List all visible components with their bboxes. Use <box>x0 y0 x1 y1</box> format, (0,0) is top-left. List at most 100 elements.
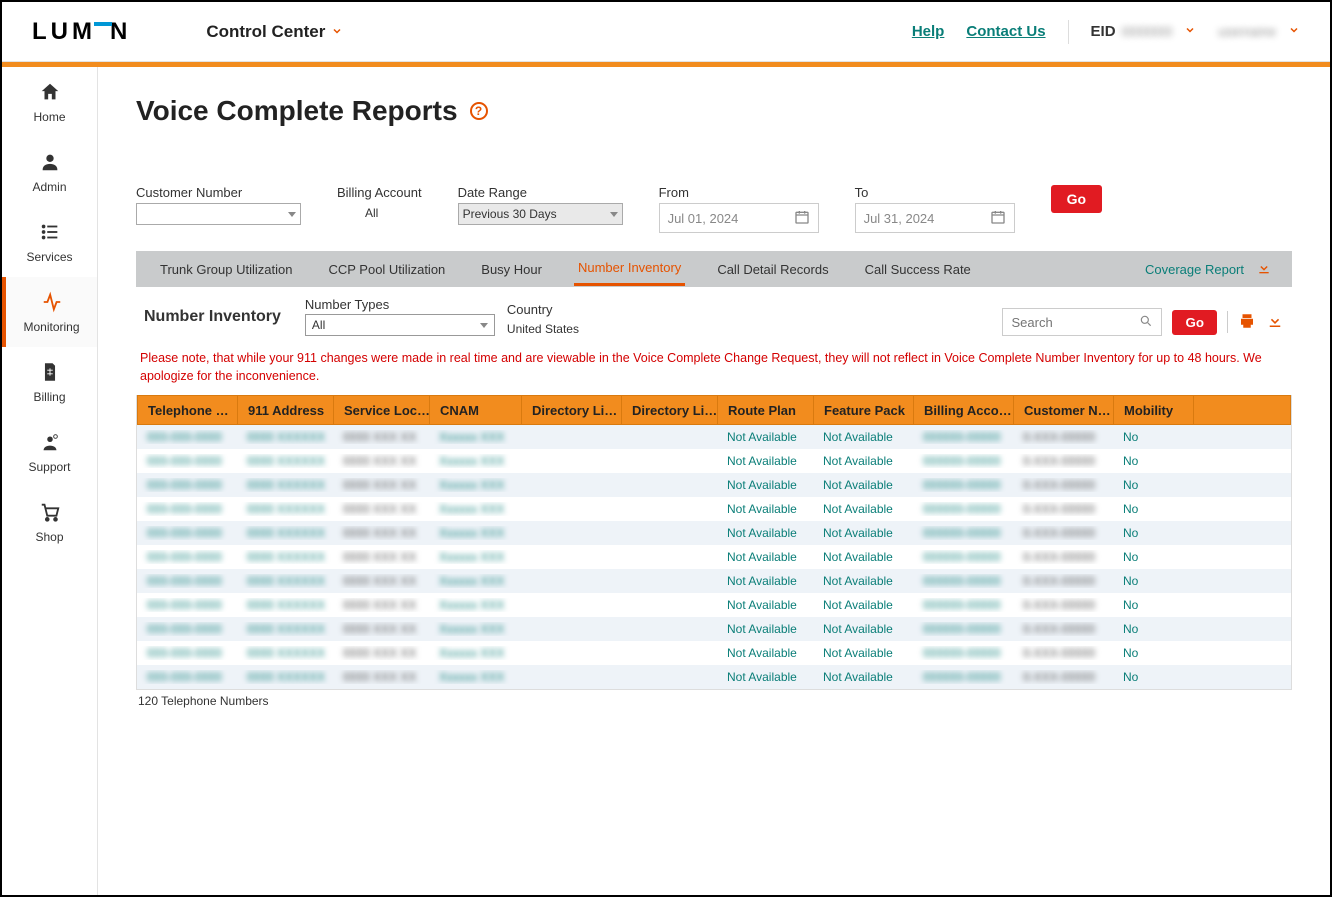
col-directory-2[interactable]: Directory Li… <box>622 396 718 424</box>
cell-911-address[interactable]: 0000 XXXXXX <box>237 478 333 492</box>
table-row[interactable]: 000-000-00000000 XXXXXX0000 XXX XXXxxxxx… <box>137 545 1291 569</box>
cell-billing-account[interactable]: 000000-00000 <box>913 478 1013 492</box>
cell-911-address[interactable]: 0000 XXXXXX <box>237 526 333 540</box>
cell-911-address[interactable]: 0000 XXXXXX <box>237 574 333 588</box>
print-icon[interactable] <box>1238 312 1256 333</box>
cell-cnam[interactable]: Xxxxxx XXX <box>429 646 521 660</box>
cell-911-address[interactable]: 0000 XXXXXX <box>237 454 333 468</box>
cell-911-address[interactable]: 0000 XXXXXX <box>237 598 333 612</box>
tab-busy-hour[interactable]: Busy Hour <box>477 254 546 285</box>
cell-telephone[interactable]: 000-000-0000 <box>137 598 237 612</box>
cell-feature-pack[interactable]: Not Available <box>813 478 913 492</box>
cell-route-plan[interactable]: Not Available <box>717 502 813 516</box>
sidebar-item-shop[interactable]: Shop <box>2 487 97 557</box>
customer-number-select[interactable] <box>136 203 301 225</box>
cell-route-plan[interactable]: Not Available <box>717 550 813 564</box>
cell-feature-pack[interactable]: Not Available <box>813 454 913 468</box>
table-row[interactable]: 000-000-00000000 XXXXXX0000 XXX XXXxxxxx… <box>137 425 1291 449</box>
cell-billing-account[interactable]: 000000-00000 <box>913 646 1013 660</box>
cell-feature-pack[interactable]: Not Available <box>813 550 913 564</box>
cell-telephone[interactable]: 000-000-0000 <box>137 550 237 564</box>
col-911-address[interactable]: 911 Address <box>238 396 334 424</box>
col-billing-account[interactable]: Billing Acco… <box>914 396 1014 424</box>
go-button[interactable]: Go <box>1051 185 1102 213</box>
cell-route-plan[interactable]: Not Available <box>717 478 813 492</box>
sidebar-item-billing[interactable]: Billing <box>2 347 97 417</box>
cell-911-address[interactable]: 0000 XXXXXX <box>237 670 333 684</box>
cell-billing-account[interactable]: 000000-00000 <box>913 526 1013 540</box>
number-types-select[interactable]: All <box>305 314 495 336</box>
cell-cnam[interactable]: Xxxxxx XXX <box>429 526 521 540</box>
cell-feature-pack[interactable]: Not Available <box>813 430 913 444</box>
tab-call-detail[interactable]: Call Detail Records <box>713 254 832 285</box>
table-row[interactable]: 000-000-00000000 XXXXXX0000 XXX XXXxxxxx… <box>137 449 1291 473</box>
col-route-plan[interactable]: Route Plan <box>718 396 814 424</box>
col-directory-1[interactable]: Directory Li… <box>522 396 622 424</box>
cell-cnam[interactable]: Xxxxxx XXX <box>429 622 521 636</box>
table-row[interactable]: 000-000-00000000 XXXXXX0000 XXX XXXxxxxx… <box>137 593 1291 617</box>
to-date-input[interactable]: Jul 31, 2024 <box>855 203 1015 233</box>
tab-number-inventory[interactable]: Number Inventory <box>574 252 685 286</box>
help-icon[interactable]: ? <box>470 102 488 120</box>
col-mobility[interactable]: Mobility <box>1114 396 1194 424</box>
cell-telephone[interactable]: 000-000-0000 <box>137 574 237 588</box>
table-row[interactable]: 000-000-00000000 XXXXXX0000 XXX XXXxxxxx… <box>137 521 1291 545</box>
cell-911-address[interactable]: 0000 XXXXXX <box>237 430 333 444</box>
cell-cnam[interactable]: Xxxxxx XXX <box>429 670 521 684</box>
col-feature-pack[interactable]: Feature Pack <box>814 396 914 424</box>
cell-telephone[interactable]: 000-000-0000 <box>137 622 237 636</box>
cell-billing-account[interactable]: 000000-00000 <box>913 550 1013 564</box>
cell-billing-account[interactable]: 000000-00000 <box>913 622 1013 636</box>
cell-911-address[interactable]: 0000 XXXXXX <box>237 550 333 564</box>
cell-feature-pack[interactable]: Not Available <box>813 502 913 516</box>
contact-us-link[interactable]: Contact Us <box>966 23 1045 40</box>
table-body[interactable]: 000-000-00000000 XXXXXX0000 XXX XXXxxxxx… <box>137 425 1291 689</box>
cell-cnam[interactable]: Xxxxxx XXX <box>429 550 521 564</box>
cell-billing-account[interactable]: 000000-00000 <box>913 670 1013 684</box>
cell-cnam[interactable]: Xxxxxx XXX <box>429 502 521 516</box>
cell-cnam[interactable]: Xxxxxx XXX <box>429 574 521 588</box>
cell-911-address[interactable]: 0000 XXXXXX <box>237 622 333 636</box>
cell-route-plan[interactable]: Not Available <box>717 598 813 612</box>
cell-feature-pack[interactable]: Not Available <box>813 670 913 684</box>
sidebar-item-support[interactable]: Support <box>2 417 97 487</box>
cell-feature-pack[interactable]: Not Available <box>813 574 913 588</box>
cell-911-address[interactable]: 0000 XXXXXX <box>237 502 333 516</box>
coverage-report-link[interactable]: Coverage Report <box>1145 260 1272 279</box>
table-row[interactable]: 000-000-00000000 XXXXXX0000 XXX XXXxxxxx… <box>137 617 1291 641</box>
cell-telephone[interactable]: 000-000-0000 <box>137 454 237 468</box>
cell-telephone[interactable]: 000-000-0000 <box>137 430 237 444</box>
cell-billing-account[interactable]: 000000-00000 <box>913 430 1013 444</box>
user-dropdown[interactable]: username <box>1218 24 1300 39</box>
cell-cnam[interactable]: Xxxxxx XXX <box>429 454 521 468</box>
tab-trunk-group[interactable]: Trunk Group Utilization <box>156 254 296 285</box>
cell-feature-pack[interactable]: Not Available <box>813 526 913 540</box>
eid-dropdown[interactable]: EID 0000000 <box>1091 23 1197 40</box>
sidebar-item-services[interactable]: Services <box>2 207 97 277</box>
cell-route-plan[interactable]: Not Available <box>717 670 813 684</box>
cell-telephone[interactable]: 000-000-0000 <box>137 502 237 516</box>
col-cnam[interactable]: CNAM <box>430 396 522 424</box>
tab-ccp-pool[interactable]: CCP Pool Utilization <box>324 254 449 285</box>
cell-telephone[interactable]: 000-000-0000 <box>137 526 237 540</box>
col-customer-number[interactable]: Customer N… <box>1014 396 1114 424</box>
date-range-select[interactable]: Previous 30 Days <box>458 203 623 225</box>
cell-route-plan[interactable]: Not Available <box>717 526 813 540</box>
table-row[interactable]: 000-000-00000000 XXXXXX0000 XXX XXXxxxxx… <box>137 497 1291 521</box>
cell-billing-account[interactable]: 000000-00000 <box>913 598 1013 612</box>
from-date-input[interactable]: Jul 01, 2024 <box>659 203 819 233</box>
cell-cnam[interactable]: Xxxxxx XXX <box>429 478 521 492</box>
cell-route-plan[interactable]: Not Available <box>717 430 813 444</box>
sidebar-item-home[interactable]: Home <box>2 67 97 137</box>
search-input[interactable] <box>1011 315 1139 330</box>
cell-feature-pack[interactable]: Not Available <box>813 646 913 660</box>
cell-route-plan[interactable]: Not Available <box>717 574 813 588</box>
tab-call-success[interactable]: Call Success Rate <box>861 254 975 285</box>
table-row[interactable]: 000-000-00000000 XXXXXX0000 XXX XXXxxxxx… <box>137 473 1291 497</box>
control-center-dropdown[interactable]: Control Center <box>206 22 343 42</box>
cell-telephone[interactable]: 000-000-0000 <box>137 646 237 660</box>
cell-route-plan[interactable]: Not Available <box>717 646 813 660</box>
table-row[interactable]: 000-000-00000000 XXXXXX0000 XXX XXXxxxxx… <box>137 665 1291 689</box>
table-row[interactable]: 000-000-00000000 XXXXXX0000 XXX XXXxxxxx… <box>137 641 1291 665</box>
download-icon[interactable] <box>1266 312 1284 333</box>
